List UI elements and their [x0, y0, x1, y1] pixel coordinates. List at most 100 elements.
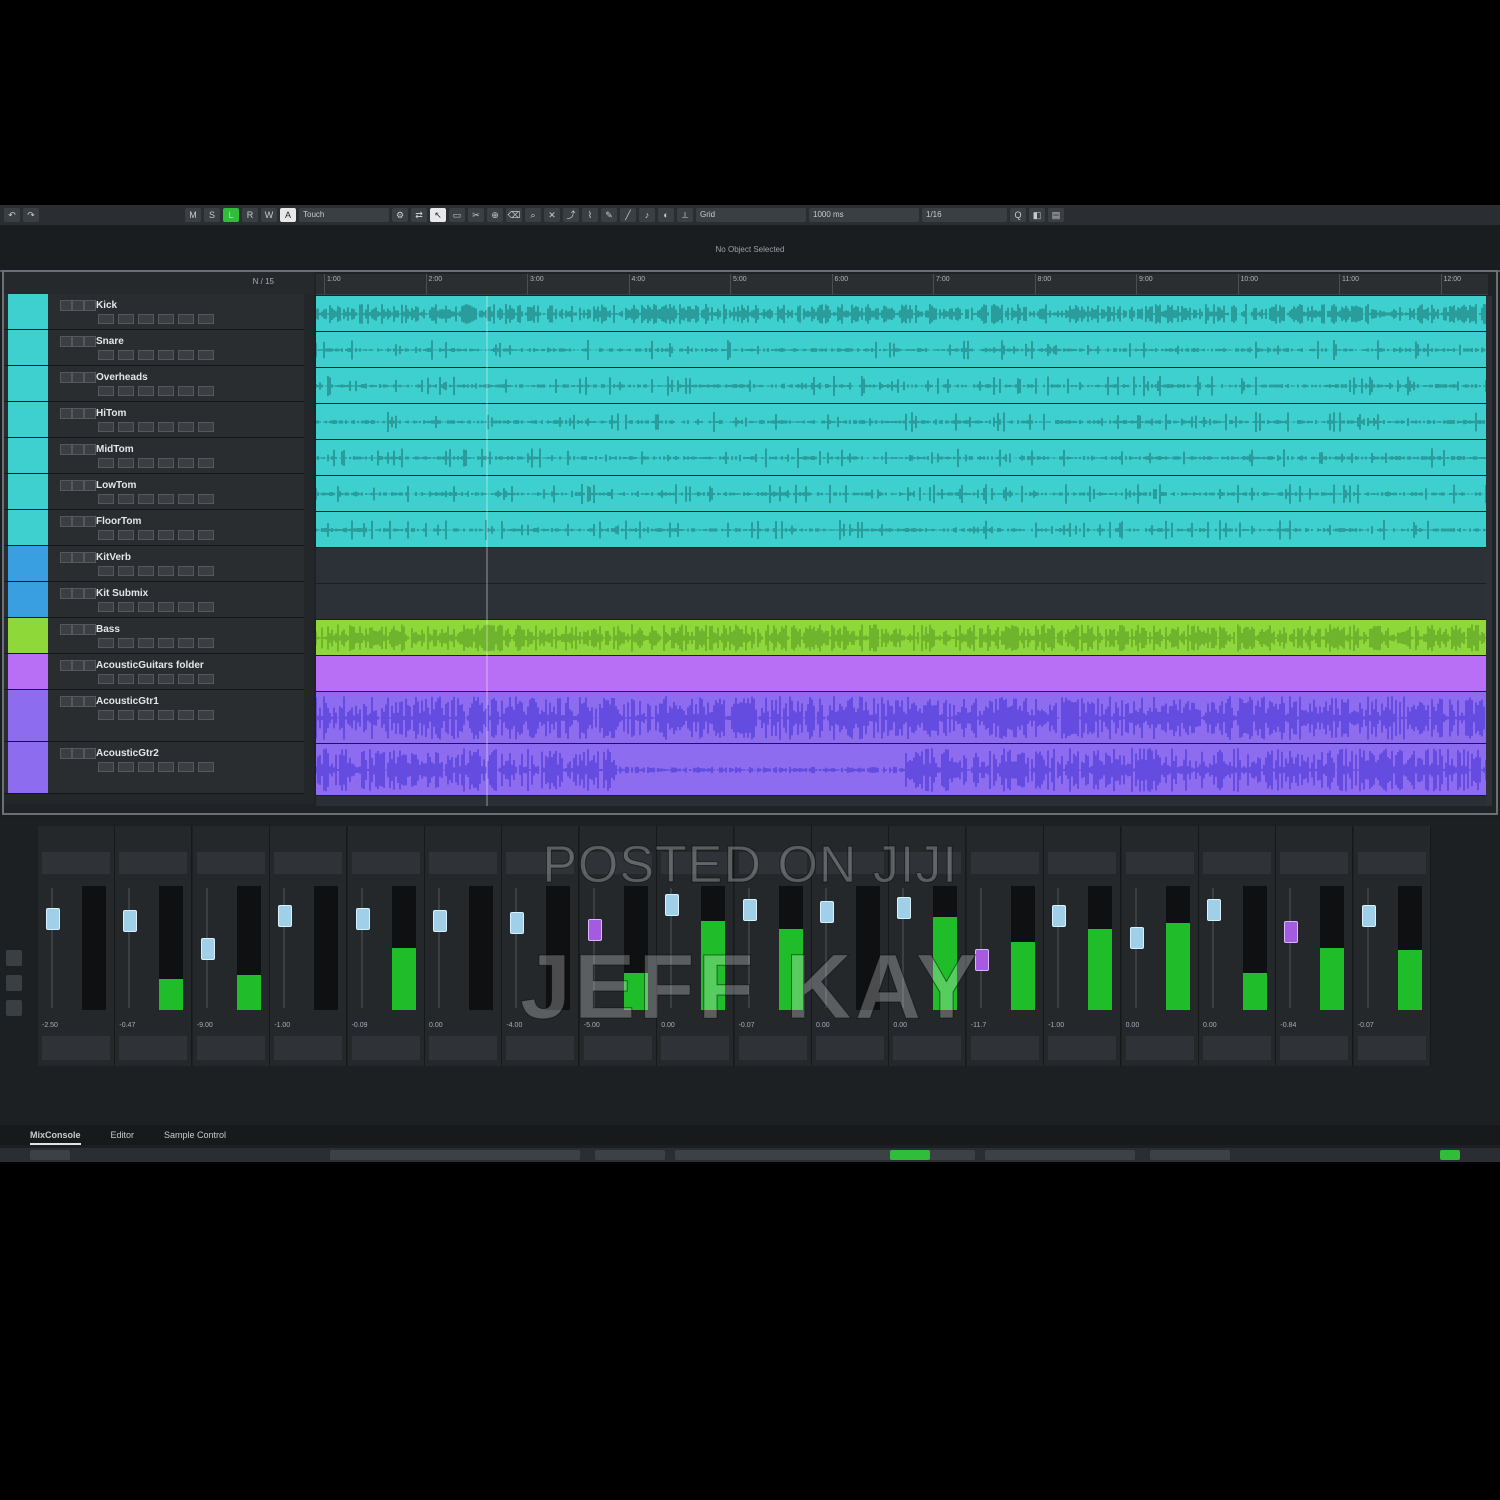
track-lane[interactable]: [316, 404, 1488, 440]
track-control-button[interactable]: [178, 638, 194, 648]
channel-routing[interactable]: [1125, 852, 1194, 874]
comp-tool[interactable]: ⤴: [563, 208, 579, 222]
track-solo-button[interactable]: [72, 480, 84, 491]
track-control-button[interactable]: [98, 674, 114, 684]
track-record-button[interactable]: [84, 480, 96, 491]
channel-routing[interactable]: [816, 852, 884, 874]
fader-value[interactable]: 0.00: [1126, 1022, 1140, 1029]
track-control-button[interactable]: [118, 530, 134, 540]
track-header[interactable]: AcousticGuitars folder: [4, 654, 304, 690]
track-controls[interactable]: [98, 674, 214, 684]
glue-tool[interactable]: ⊕: [487, 208, 503, 222]
tab-editor[interactable]: Editor: [111, 1125, 135, 1145]
channel-strip[interactable]: 0.00: [1199, 826, 1276, 1066]
channel-buttons[interactable]: [506, 1036, 575, 1060]
track-controls[interactable]: [98, 602, 214, 612]
channel-buttons[interactable]: [970, 1036, 1039, 1060]
channel-buttons[interactable]: [274, 1036, 343, 1060]
transport-left-controls[interactable]: [30, 1150, 70, 1160]
fader-value[interactable]: -1.00: [1048, 1022, 1064, 1029]
track-header[interactable]: Bass: [4, 618, 304, 654]
color-tool[interactable]: ◐: [658, 208, 674, 222]
track-solo-button[interactable]: [72, 444, 84, 455]
track-record-button[interactable]: [84, 552, 96, 563]
object-selection-tool[interactable]: ↖: [430, 208, 446, 222]
track-solo-button[interactable]: [72, 408, 84, 419]
track-solo-button[interactable]: [72, 336, 84, 347]
track-control-button[interactable]: [198, 566, 214, 576]
channel-strip[interactable]: -0.07: [734, 826, 812, 1066]
track-header[interactable]: Overheads: [4, 366, 304, 402]
mute-tool[interactable]: ✕: [544, 208, 560, 222]
channel-strip[interactable]: -1.00: [270, 826, 348, 1066]
snap-icon[interactable]: ⟂: [677, 208, 693, 222]
track-lane[interactable]: [316, 620, 1488, 656]
track-control-button[interactable]: [98, 638, 114, 648]
track-control-button[interactable]: [158, 458, 174, 468]
track-lane[interactable]: [316, 512, 1488, 548]
track-control-button[interactable]: [158, 566, 174, 576]
track-record-button[interactable]: [84, 300, 96, 311]
channel-routing[interactable]: [1357, 852, 1426, 874]
track-record-button[interactable]: [84, 660, 96, 671]
track-record-button[interactable]: [84, 444, 96, 455]
track-control-button[interactable]: [178, 530, 194, 540]
track-control-button[interactable]: [138, 458, 154, 468]
track-controls[interactable]: [98, 458, 214, 468]
track-control-button[interactable]: [118, 638, 134, 648]
track-control-button[interactable]: [138, 602, 154, 612]
track-control-button[interactable]: [198, 602, 214, 612]
fader-value[interactable]: -5.00: [584, 1022, 600, 1029]
track-control-button[interactable]: [98, 494, 114, 504]
track-record-button[interactable]: [84, 372, 96, 383]
track-control-button[interactable]: [98, 350, 114, 360]
track-control-button[interactable]: [98, 602, 114, 612]
track-control-button[interactable]: [178, 674, 194, 684]
constrain-icon[interactable]: ⇄: [411, 208, 427, 222]
volume-fader[interactable]: [433, 910, 447, 932]
channel-strip[interactable]: 0.00: [657, 826, 735, 1066]
track-solo-button[interactable]: [72, 696, 84, 707]
track-control-button[interactable]: [178, 314, 194, 324]
channel-buttons[interactable]: [119, 1036, 188, 1060]
play-button[interactable]: [890, 1150, 930, 1160]
track-control-button[interactable]: [178, 602, 194, 612]
track-control-button[interactable]: [198, 386, 214, 396]
track-control-button[interactable]: [198, 422, 214, 432]
channel-routing[interactable]: [429, 852, 497, 874]
track-control-button[interactable]: [158, 494, 174, 504]
volume-fader[interactable]: [123, 910, 138, 932]
track-record-button[interactable]: [84, 624, 96, 635]
track-lane[interactable]: [316, 368, 1488, 404]
punch-controls[interactable]: [595, 1150, 665, 1160]
channel-strip[interactable]: -0.09: [347, 826, 425, 1066]
track-header[interactable]: KitVerb: [4, 546, 304, 582]
track-lane[interactable]: [316, 548, 1488, 584]
track-control-button[interactable]: [198, 494, 214, 504]
track-record-button[interactable]: [84, 696, 96, 707]
track-control-button[interactable]: [178, 566, 194, 576]
fader-value[interactable]: -0.09: [352, 1022, 368, 1029]
fader-value[interactable]: 0.00: [429, 1022, 443, 1029]
track-record-button[interactable]: [84, 336, 96, 347]
track-control-button[interactable]: [138, 530, 154, 540]
track-control-button[interactable]: [178, 350, 194, 360]
transport-controls[interactable]: [675, 1150, 975, 1160]
track-lane[interactable]: [316, 692, 1488, 744]
solo-state-button[interactable]: S: [204, 208, 220, 222]
channel-routing[interactable]: [119, 852, 188, 874]
track-control-button[interactable]: [118, 710, 134, 720]
track-control-button[interactable]: [118, 602, 134, 612]
track-control-button[interactable]: [118, 566, 134, 576]
track-record-button[interactable]: [84, 516, 96, 527]
zoom-tool[interactable]: ⌕: [525, 208, 541, 222]
volume-fader[interactable]: [355, 907, 370, 930]
channel-routing[interactable]: [1280, 852, 1349, 874]
track-controls[interactable]: [98, 494, 214, 504]
channel-buttons[interactable]: [1048, 1036, 1117, 1060]
track-control-button[interactable]: [178, 494, 194, 504]
channel-strip[interactable]: -0.47: [115, 826, 193, 1066]
volume-fader[interactable]: [897, 896, 912, 919]
tab-sample-control[interactable]: Sample Control: [164, 1125, 226, 1145]
channel-routing[interactable]: [1048, 852, 1117, 874]
